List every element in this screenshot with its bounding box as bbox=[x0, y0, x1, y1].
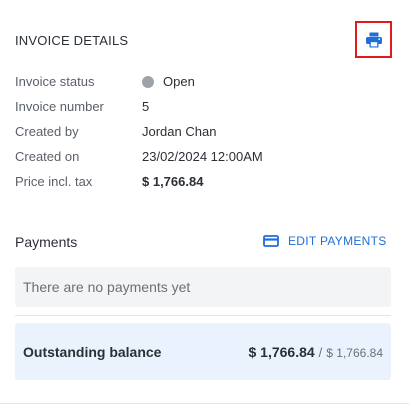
credit-card-icon bbox=[263, 235, 279, 247]
detail-value: 23/02/2024 12:00AM bbox=[142, 149, 263, 164]
invoice-panel: INVOICE DETAILS Invoice status Open Invo… bbox=[0, 0, 409, 406]
payments-title: Payments bbox=[15, 234, 78, 250]
detail-row-created-by: Created by Jordan Chan bbox=[15, 123, 395, 141]
detail-value-status: Open bbox=[142, 73, 195, 91]
detail-row-invoice-number: Invoice number 5 bbox=[15, 98, 395, 116]
balance-separator: / bbox=[318, 344, 323, 360]
empty-state-text: There are no payments yet bbox=[23, 279, 191, 295]
print-button[interactable] bbox=[355, 21, 392, 58]
outstanding-balance-box: Outstanding balance $ 1,766.84 / $ 1,766… bbox=[15, 323, 391, 380]
detail-label: Created by bbox=[15, 124, 79, 139]
payments-empty-state: There are no payments yet bbox=[15, 267, 391, 307]
detail-value-price: $ 1,766.84 bbox=[142, 174, 204, 189]
printer-icon bbox=[365, 32, 383, 48]
detail-label: Invoice status bbox=[15, 74, 95, 89]
detail-label: Price incl. tax bbox=[15, 174, 93, 189]
detail-row-price-incl-tax: Price incl. tax $ 1,766.84 bbox=[15, 173, 395, 191]
detail-label: Invoice number bbox=[15, 99, 104, 114]
detail-row-invoice-status: Invoice status Open bbox=[15, 73, 395, 91]
detail-row-created-on: Created on 23/02/2024 12:00AM bbox=[15, 148, 395, 166]
detail-value: Jordan Chan bbox=[142, 124, 217, 139]
status-dot-icon bbox=[142, 76, 154, 88]
bottom-divider bbox=[0, 403, 409, 404]
divider bbox=[15, 315, 391, 316]
edit-payments-button[interactable]: EDIT PAYMENTS bbox=[263, 234, 387, 248]
balance-amount: $ 1,766.84 bbox=[248, 343, 315, 360]
invoice-details-title: INVOICE DETAILS bbox=[15, 33, 129, 48]
detail-label: Created on bbox=[15, 149, 80, 164]
balance-label: Outstanding balance bbox=[23, 343, 162, 360]
balance-total: $ 1,766.84 bbox=[326, 345, 383, 360]
status-badge: Open bbox=[163, 74, 195, 89]
detail-value: 5 bbox=[142, 99, 150, 114]
edit-payments-label: EDIT PAYMENTS bbox=[288, 234, 387, 248]
balance-amounts: $ 1,766.84 / $ 1,766.84 bbox=[248, 344, 383, 360]
